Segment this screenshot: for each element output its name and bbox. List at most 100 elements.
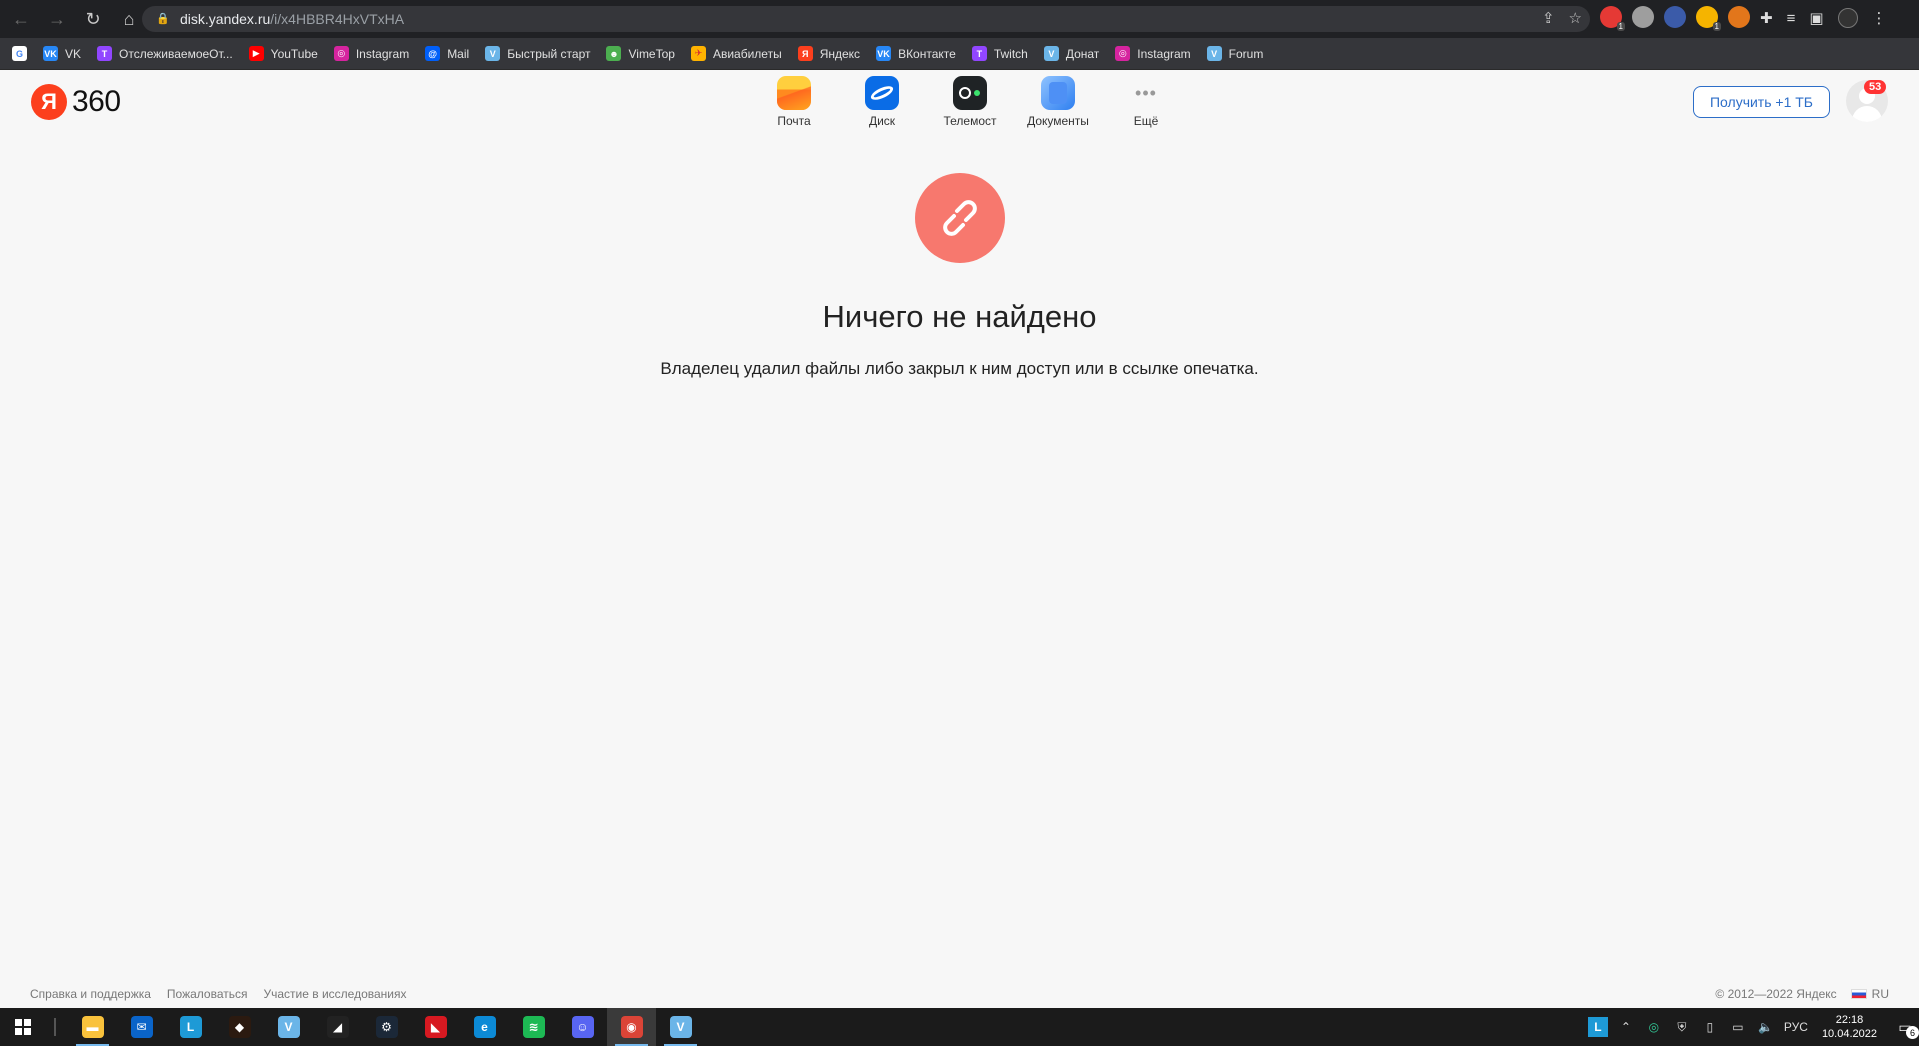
bookmark-label: YouTube	[270, 46, 318, 61]
launcher-l-icon: L	[179, 1016, 202, 1038]
bookmark-item[interactable]: ✈ Авиабилеты	[690, 46, 782, 61]
service-disk[interactable]: Диск	[838, 76, 926, 128]
language-switcher[interactable]: RU	[1850, 987, 1889, 1001]
network-icon[interactable]: ▭	[1728, 1017, 1748, 1037]
get-1tb-button[interactable]: Получить +1 ТБ	[1693, 86, 1830, 118]
file-explorer-icon: ▬	[81, 1016, 104, 1038]
discord-icon: ☺	[571, 1016, 594, 1038]
footer-link-report[interactable]: Пожаловаться	[167, 987, 248, 1001]
bookmark-label: Forum	[1228, 46, 1264, 61]
vimeworld-app-icon: V	[277, 1016, 300, 1038]
mail-icon: @	[425, 46, 441, 61]
page-content: Я 360 Почта Диск Телемост Документы ••• …	[0, 70, 1919, 1008]
google-icon: G	[12, 46, 27, 61]
puzzle-icon[interactable]: ✚	[1760, 9, 1773, 27]
yandex-360-logo[interactable]: Я 360	[31, 84, 121, 120]
bookmark-item[interactable]: V Донат	[1043, 46, 1100, 61]
input-language[interactable]: РУС	[1784, 1017, 1808, 1037]
service-telemost[interactable]: Телемост	[926, 76, 1014, 128]
start-button[interactable]	[0, 1008, 46, 1046]
bookmark-label: Twitch	[993, 46, 1028, 61]
taskbar-app[interactable]: ◢	[313, 1008, 362, 1046]
bookmark-item[interactable]: ◎ Instagram	[333, 46, 410, 61]
logo-360-text: 360	[72, 85, 121, 118]
service-documents[interactable]: Документы	[1014, 76, 1102, 128]
reload-icon[interactable]: ↻	[78, 4, 108, 34]
bookmark-item[interactable]: V Forum	[1206, 46, 1264, 61]
taskbar-app[interactable]: ◣	[411, 1008, 460, 1046]
bookmark-item[interactable]: @ Mail	[425, 46, 469, 61]
bookmark-label: Instagram	[355, 46, 410, 61]
clock[interactable]: 22:18 10.04.2022	[1822, 1013, 1877, 1041]
spotify-icon: ≋	[522, 1016, 545, 1038]
taskbar-app[interactable]: e	[460, 1008, 509, 1046]
home-icon[interactable]: ⌂	[114, 4, 144, 34]
more-service-icon: •••	[1135, 82, 1157, 103]
bookmark-item[interactable]: ☻ VimeTop	[606, 46, 675, 61]
share-icon[interactable]: ⇪	[1542, 9, 1555, 27]
bookmark-item[interactable]: T ОтслеживаемоеОт...	[97, 46, 233, 61]
russia-flag-icon	[1850, 989, 1867, 999]
bookmark-item[interactable]: VK ВКонтакте	[876, 46, 956, 61]
volume-icon[interactable]: 🔈	[1756, 1017, 1776, 1037]
security-tray-icon[interactable]: ◎	[1644, 1017, 1664, 1037]
taskbar-app[interactable]: ✉	[117, 1008, 166, 1046]
bookmark-item[interactable]: VK VK	[43, 46, 81, 61]
translate-icon[interactable]	[1664, 6, 1686, 28]
coin-icon[interactable]: 1	[1696, 6, 1721, 31]
bookmark-label: VK	[65, 46, 82, 61]
kebab-menu-icon[interactable]: ⋮	[1872, 9, 1887, 27]
service-label: Ещё	[1133, 114, 1159, 128]
vimeworld-icon: V	[1043, 46, 1059, 61]
vimetop-icon: ☻	[606, 46, 622, 61]
bookmark-star-icon[interactable]: ☆	[1569, 9, 1582, 27]
taskbar-app[interactable]: ◆	[215, 1008, 264, 1046]
chevron-up-icon[interactable]: ⌃	[1616, 1017, 1636, 1037]
taskbar-app[interactable]: ≋	[509, 1008, 558, 1046]
defender-tray-icon[interactable]: ⛨	[1672, 1017, 1692, 1037]
adblock-icon[interactable]: 1	[1600, 6, 1625, 31]
footer-link-research[interactable]: Участие в исследованиях	[264, 987, 407, 1001]
taskbar-app[interactable]: ☺	[558, 1008, 607, 1046]
bookmark-label: Instagram	[1137, 46, 1191, 61]
service-label: Диск	[868, 114, 896, 128]
date: 10.04.2022	[1821, 1028, 1877, 1040]
bookmark-item[interactable]: ◎ Instagram	[1115, 46, 1191, 61]
fox-icon[interactable]	[1728, 6, 1750, 28]
side-panel-icon[interactable]: ▣	[1809, 9, 1823, 27]
taskbar-app[interactable]: ◉	[607, 1008, 656, 1046]
services-nav: Почта Диск Телемост Документы ••• Ещё	[750, 76, 1190, 128]
reading-list-icon[interactable]: ≡	[1787, 10, 1796, 27]
forward-icon[interactable]: →	[42, 4, 72, 34]
mail-service-icon	[777, 76, 811, 110]
taskbar-separator	[54, 1018, 56, 1036]
taskbar-app[interactable]: V	[656, 1008, 705, 1046]
back-icon[interactable]: ←	[6, 4, 36, 34]
bookmark-label: Донат	[1065, 46, 1100, 61]
instagram-icon: ◎	[1115, 46, 1131, 61]
vimeworld-icon: V	[485, 46, 501, 61]
usb-tray-icon[interactable]: ▯	[1700, 1017, 1720, 1037]
bookmark-item[interactable]: T Twitch	[971, 46, 1028, 61]
taskbar-app[interactable]: ⚙	[362, 1008, 411, 1046]
bookmark-item[interactable]: V Быстрый старт	[485, 46, 590, 61]
footer-link-help[interactable]: Справка и поддержка	[30, 987, 151, 1001]
download-icon[interactable]	[1632, 6, 1654, 28]
taskbar-app[interactable]: L	[166, 1008, 215, 1046]
bookmark-item[interactable]: ▶ YouTube	[248, 46, 318, 61]
address-bar[interactable]: 🔒 disk.yandex.ru/i/x4HBBR4HxVTxHA ⇪ ☆	[142, 6, 1590, 32]
service-more[interactable]: ••• Ещё	[1102, 76, 1190, 129]
instagram-icon: ◎	[333, 46, 349, 61]
service-mail[interactable]: Почта	[750, 76, 838, 128]
vk-icon: VK	[43, 46, 58, 61]
service-label: Телемост	[943, 114, 997, 128]
action-center-button[interactable]: ▭ 6	[1891, 1015, 1919, 1039]
launcher-tray-icon[interactable]: L	[1587, 1017, 1608, 1037]
mail-app-icon: ✉	[130, 1016, 153, 1038]
disk-service-icon	[865, 76, 899, 110]
bookmark-item[interactable]: G	[12, 46, 27, 61]
bookmark-item[interactable]: Я Яндекс	[797, 46, 860, 61]
taskbar-app[interactable]: ▬	[68, 1008, 117, 1046]
taskbar-app[interactable]: V	[264, 1008, 313, 1046]
profile-icon[interactable]	[1837, 8, 1858, 28]
